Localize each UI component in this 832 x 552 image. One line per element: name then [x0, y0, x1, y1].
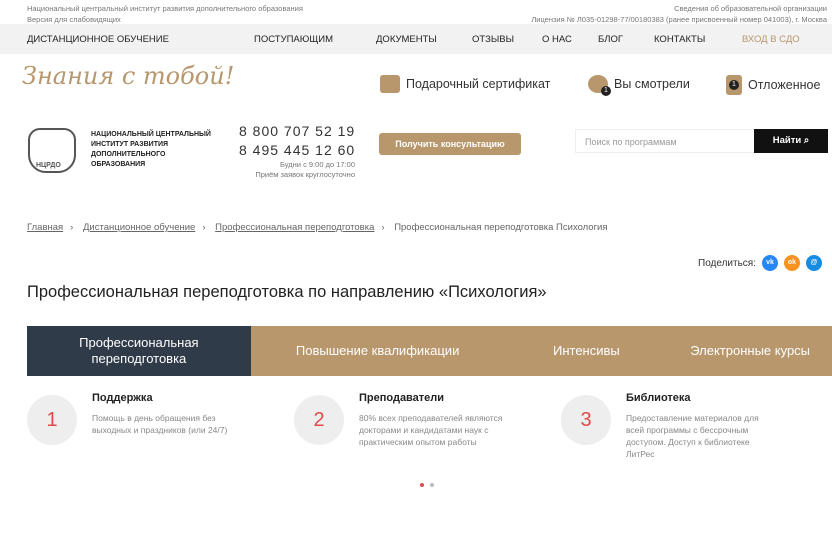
work-hours-2: Приём заявок круглосуточно [255, 170, 355, 179]
crumb-current: Профессиональная переподготовка Психолог… [394, 222, 608, 233]
org-name-top: Национальный центральный институт развит… [27, 4, 303, 13]
crumb-retraining[interactable]: Профессиональная переподготовка [215, 222, 374, 233]
logo-text: НЦРДО [36, 162, 61, 169]
tab-ecourses[interactable]: Электронные курсы [668, 326, 832, 376]
ok-icon[interactable]: ok [784, 255, 800, 271]
chevron-right-icon: › [202, 222, 206, 233]
feature-number: 2 [294, 395, 344, 445]
saved-label: Отложенное [748, 78, 821, 92]
feature-number: 3 [561, 395, 611, 445]
feature-title: Поддержка [92, 392, 153, 404]
edu-info-link[interactable]: Сведения об образовательной организации [674, 4, 827, 13]
nav-login[interactable]: ВХОД В СДО [742, 34, 800, 45]
feature-desc: 80% всех преподавателей являются доктора… [359, 413, 503, 447]
nav-about[interactable]: О НАС [542, 34, 572, 45]
vk-icon[interactable]: vk [762, 255, 778, 271]
logo[interactable]: НЦРДО [28, 128, 76, 173]
program-tabs: Профессиональная переподготовка Повышени… [27, 326, 832, 376]
feature-title: Библиотека [626, 392, 691, 404]
gift-certificate-link[interactable]: Подарочный сертификат [380, 75, 550, 93]
chevron-right-icon: › [70, 222, 74, 233]
nav-documents[interactable]: ДОКУМЕНТЫ [376, 34, 437, 45]
org-name: НАЦИОНАЛЬНЫЙ ЦЕНТРАЛЬНЫЙ ИНСТИТУТ РАЗВИТ… [91, 131, 211, 168]
nav-distance[interactable]: ДИСТАНЦИОННОЕ ОБУЧЕНИЕ [27, 34, 169, 45]
work-hours: Будни с 9:00 до 17:00 [280, 160, 355, 169]
viewed-badge: 1 [601, 86, 611, 96]
moimir-icon[interactable]: @ [806, 255, 822, 271]
carousel-dot-active[interactable] [420, 483, 424, 487]
search-icon: ⌕ [803, 135, 810, 146]
viewed-link[interactable]: 1 Вы смотрели [588, 75, 690, 96]
chevron-right-icon: › [381, 222, 385, 233]
feature-desc: Помощь в день обращения без выходных и п… [92, 413, 228, 435]
tab-qualification[interactable]: Повышение квалификации [251, 326, 505, 376]
main-nav: ДИСТАНЦИОННОЕ ОБУЧЕНИЕ ПОСТУПАЮЩИМ ДОКУМ… [0, 24, 832, 54]
gift-icon [380, 75, 400, 93]
search-input[interactable]: Поиск по программам [575, 129, 755, 153]
gift-label: Подарочный сертификат [406, 77, 551, 91]
viewed-label: Вы смотрели [614, 77, 690, 91]
feature-desc: Предоставление материалов для всей прогр… [626, 413, 759, 459]
feature-title: Преподаватели [359, 392, 445, 404]
bookmark-icon: 1 [726, 75, 742, 95]
search-button[interactable]: Найти ⌕ [754, 129, 828, 153]
carousel-dot[interactable] [430, 483, 434, 487]
license-text: Лицензия № Л035-01298-77/00180383 (ранее… [531, 15, 827, 24]
phone-2[interactable]: 8 495 445 12 60 [239, 142, 355, 158]
slogan: Знания с тобой! [22, 62, 235, 90]
search-button-label: Найти [772, 135, 802, 146]
feature-number: 1 [27, 395, 77, 445]
accessibility-link[interactable]: Версия для слабовидящих [27, 15, 121, 24]
consultation-button[interactable]: Получить консультацию [379, 133, 521, 155]
tab-intensives[interactable]: Интенсивы [505, 326, 669, 376]
crumb-distance[interactable]: Дистанционное обучение [83, 222, 195, 233]
share-block: Поделиться: vk ok @ [698, 255, 822, 271]
saved-badge: 1 [729, 80, 739, 90]
eye-icon: 1 [588, 75, 611, 96]
nav-contacts[interactable]: КОНТАКТЫ [654, 34, 705, 45]
breadcrumb: Главная › Дистанционное обучение › Професс… [27, 222, 608, 233]
nav-blog[interactable]: БЛОГ [598, 34, 623, 45]
crumb-home[interactable]: Главная [27, 222, 63, 233]
tab-retraining[interactable]: Профессиональная переподготовка [27, 326, 251, 376]
nav-reviews[interactable]: ОТЗЫВЫ [472, 34, 514, 45]
page-title: Профессиональная переподготовка по напра… [27, 283, 547, 301]
share-label: Поделиться: [698, 257, 756, 269]
saved-link[interactable]: 1 Отложенное [726, 75, 820, 95]
phone-1[interactable]: 8 800 707 52 19 [239, 123, 355, 139]
nav-applicants[interactable]: ПОСТУПАЮЩИМ [254, 34, 333, 45]
